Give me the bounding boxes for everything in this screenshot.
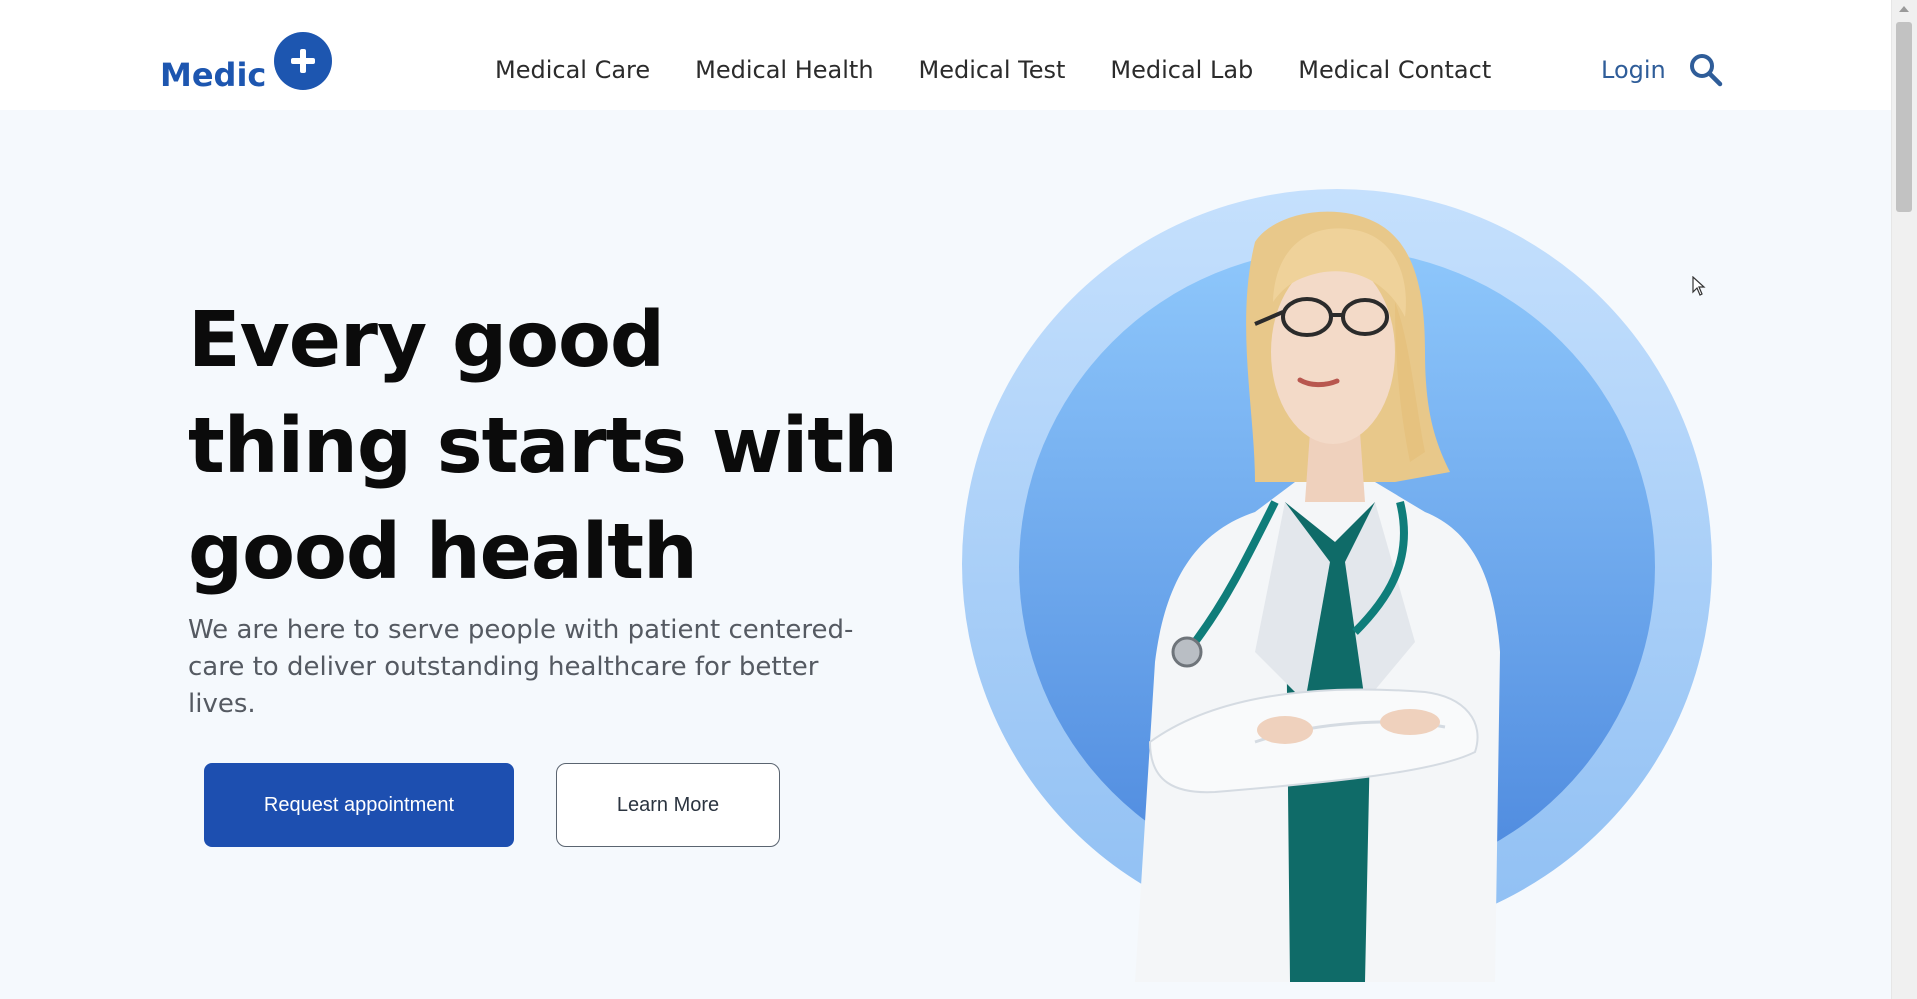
request-appointment-button[interactable]: Request appointment <box>204 763 514 847</box>
scroll-up-arrow-icon[interactable] <box>1899 6 1909 12</box>
hero-subtext: We are here to serve people with patient… <box>188 615 854 719</box>
brand-name: Medic <box>160 56 267 94</box>
scroll-thumb[interactable] <box>1896 22 1912 212</box>
nav-item-medical-test[interactable]: Medical Test <box>919 56 1066 84</box>
nav-item-medical-contact[interactable]: Medical Contact <box>1298 56 1491 84</box>
hero-headline: Every good thing starts with good health <box>188 296 898 597</box>
nav-item-medical-care[interactable]: Medical Care <box>495 56 650 84</box>
main-nav: Medical Care Medical Health Medical Test… <box>495 56 1536 84</box>
doctor-portrait <box>962 189 1712 982</box>
plus-circle-icon <box>274 32 333 90</box>
search-icon[interactable] <box>1688 52 1724 88</box>
mouse-cursor-icon <box>1692 276 1706 296</box>
nav-item-medical-lab[interactable]: Medical Lab <box>1110 56 1253 84</box>
brand-logo[interactable]: Medic <box>160 32 333 100</box>
learn-more-button[interactable]: Learn More <box>556 763 780 847</box>
login-link[interactable]: Login <box>1601 56 1666 84</box>
nav-item-medical-health[interactable]: Medical Health <box>695 56 873 84</box>
top-navigation-bar: Medic Medical Care Medical Health Medica… <box>0 0 1892 110</box>
page-scrollbar[interactable] <box>1891 0 1917 999</box>
